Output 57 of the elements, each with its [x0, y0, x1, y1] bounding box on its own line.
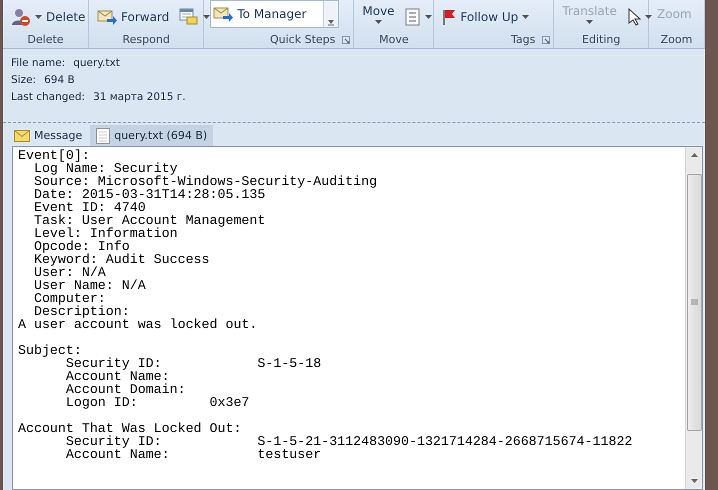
ribbon-button[interactable]: Forward	[95, 8, 172, 26]
scroll-down-icon[interactable]	[690, 479, 698, 483]
field-label: Size:	[11, 74, 36, 88]
group-label: Move	[379, 33, 409, 48]
field-value: query.txt	[73, 57, 120, 71]
group-label: Delete	[27, 33, 64, 48]
calendar-icon	[179, 8, 200, 26]
log-line: Description:	[32, 305, 131, 318]
log-line: Event[0]:	[18, 149, 91, 162]
flag-icon	[442, 8, 456, 24]
log-line: Source: Microsoft-Windows-Security-Auditing	[32, 175, 378, 188]
scrollbar[interactable]	[685, 147, 702, 489]
log-line: Account Name:	[64, 370, 170, 383]
dialog-launcher-icon[interactable]	[542, 36, 550, 44]
attachment-tab[interactable]: Message	[8, 125, 88, 146]
group-label: Respond	[122, 33, 170, 48]
envelope-icon	[14, 130, 30, 142]
log-line: Account Name: testuser	[64, 448, 322, 461]
log-line: Logon ID: 0x3e7	[64, 396, 250, 409]
log-line: Level: Information	[32, 227, 179, 240]
field-label: File name:	[11, 57, 66, 71]
log-line: Account Domain:	[64, 383, 187, 396]
cursor-icon	[626, 8, 641, 26]
group-label: Zoom	[660, 33, 692, 48]
log-line: User Name: N/A	[32, 279, 147, 292]
log-line: Keyword: Audit Success	[32, 253, 211, 266]
dialog-launcher-icon[interactable]	[342, 36, 350, 44]
document-icon	[96, 128, 110, 144]
attachment-tab[interactable]: query.txt (694 B)	[90, 125, 214, 146]
log-line: Log Name: Security	[34, 162, 178, 175]
log-line: Security ID: S-1-5-18	[66, 357, 322, 370]
field-value: 31 марта 2015 г.	[93, 91, 186, 105]
log-line: Task: User Account Management	[32, 214, 266, 227]
log-line: Security ID: S-1-5-21-3112483090-1321714284-2668715674-11822	[64, 435, 634, 448]
log-line: Account That Was Locked Out:	[18, 422, 242, 435]
log-line: Date: 2015-03-31T14:28:05.135	[32, 188, 266, 201]
group-label: Tags	[511, 33, 536, 48]
ribbon-button[interactable]: Delete	[9, 6, 88, 28]
person-icon	[11, 6, 31, 26]
log-line: A user account was locked out.	[18, 318, 258, 331]
group-label: Quick Steps	[270, 33, 336, 48]
ribbon-button[interactable]: Move	[360, 2, 397, 24]
envelope-arrow-icon	[213, 6, 234, 22]
scroll-up-icon[interactable]	[690, 153, 698, 157]
log-line: Opcode: Info	[32, 240, 130, 253]
field-value: 694 B	[44, 74, 75, 88]
log-line: Event ID: 4740	[32, 201, 147, 214]
ribbon-button[interactable]	[402, 6, 434, 26]
log-line: User: N/A	[32, 266, 107, 279]
log-line: Computer:	[32, 292, 106, 305]
envelope-arrow-icon	[97, 8, 117, 24]
ribbon-button[interactable]: Follow Up	[440, 8, 532, 26]
scroll-thumb[interactable]	[686, 174, 702, 431]
document-list-icon	[404, 8, 421, 26]
log-line: Subject:	[18, 344, 82, 357]
field-label: Last changed:	[11, 91, 86, 105]
group-label: Editing	[582, 33, 620, 48]
